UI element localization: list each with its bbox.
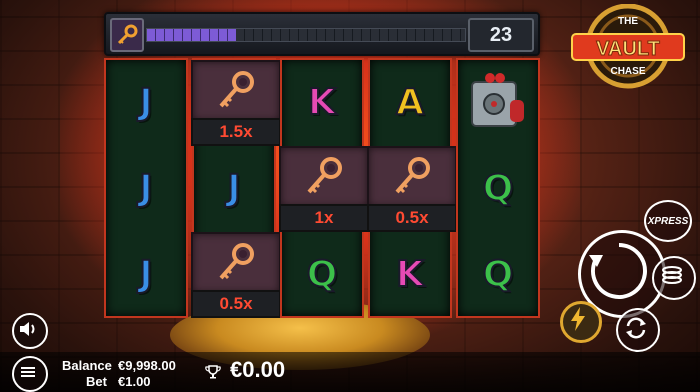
- symbol-j: J: [226, 167, 241, 210]
- logo-line2: VAULT: [596, 38, 660, 60]
- symbol-j: J: [138, 253, 153, 296]
- menu-icon: [21, 367, 35, 377]
- sound-button[interactable]: [12, 313, 48, 349]
- key-icon: [219, 243, 254, 280]
- autoplay-icon: [662, 266, 682, 284]
- symbol-cell: K: [282, 60, 362, 144]
- refresh-icon: [626, 317, 646, 339]
- reel-2: 1.5x J 0.5x: [191, 58, 281, 318]
- reel-3: K 1x Q: [279, 58, 369, 318]
- symbol-k: K: [307, 81, 337, 124]
- menu-button[interactable]: [12, 356, 48, 392]
- symbol-cell: J: [106, 232, 186, 316]
- symbol-k: K: [395, 253, 425, 296]
- progress-track: [146, 28, 466, 42]
- turbo-icon: [571, 307, 585, 331]
- symbol-cell: J: [106, 60, 186, 144]
- logo-line1: THE: [618, 16, 638, 27]
- symbol-cell: K: [370, 232, 450, 316]
- symbol-q: Q: [306, 253, 339, 296]
- key-symbol: [279, 146, 369, 208]
- multiplier-label: 1x: [279, 204, 369, 232]
- multiplier-label: 0.5x: [191, 290, 281, 318]
- safe-icon: [471, 73, 524, 127]
- autoplay-button[interactable]: [652, 256, 696, 300]
- symbol-a: A: [395, 81, 425, 124]
- key-icon: [110, 18, 144, 52]
- multiplier-label: 0.5x: [367, 204, 457, 232]
- refresh-button[interactable]: [616, 308, 660, 352]
- logo-line3: CHASE: [610, 66, 645, 77]
- symbol-q: Q: [482, 167, 515, 210]
- bet-value[interactable]: €1.00: [118, 374, 151, 389]
- progress-fill: [147, 29, 237, 41]
- reel-1: JJJ: [104, 58, 188, 318]
- spin-counter: 23: [468, 18, 534, 52]
- bet-label: Bet: [86, 374, 107, 389]
- game-logo: THE VAULT CHASE: [568, 3, 688, 96]
- symbol-j: J: [138, 81, 153, 124]
- multiplier-label: 1.5x: [191, 118, 281, 146]
- balance-value: €9,998.00: [118, 358, 176, 373]
- turbo-button[interactable]: [560, 301, 602, 343]
- key-symbol: [191, 232, 281, 294]
- safe-symbol: [458, 60, 538, 144]
- reel-grid: J J J 1.5x J 0.5x K 1x Q A 0.5x K Q Q: [104, 58, 540, 318]
- symbol-cell: J: [106, 146, 186, 230]
- reel-5: QQ: [456, 58, 540, 318]
- trophy-icon: [205, 364, 221, 385]
- symbol-cell: Q: [282, 232, 362, 316]
- spin-icon: [589, 243, 647, 299]
- progress-remaining: [236, 29, 465, 41]
- key-symbol: [191, 60, 281, 122]
- win-amount: €0.00: [230, 357, 286, 382]
- balance-label: Balance: [62, 358, 112, 373]
- feature-progress-bar: 23: [104, 12, 540, 56]
- key-symbol: [367, 146, 457, 208]
- symbol-cell: Q: [458, 146, 538, 230]
- key-icon: [307, 157, 342, 194]
- symbol-cell: Q: [458, 232, 538, 316]
- key-icon: [395, 157, 430, 194]
- symbol-cell: A: [370, 60, 450, 144]
- symbol-j: J: [138, 167, 153, 210]
- sound-icon: [20, 322, 35, 336]
- reel-4: A 0.5x K: [367, 58, 457, 318]
- key-icon: [219, 71, 254, 108]
- symbol-cell: J: [194, 146, 274, 230]
- symbol-q: Q: [482, 253, 515, 296]
